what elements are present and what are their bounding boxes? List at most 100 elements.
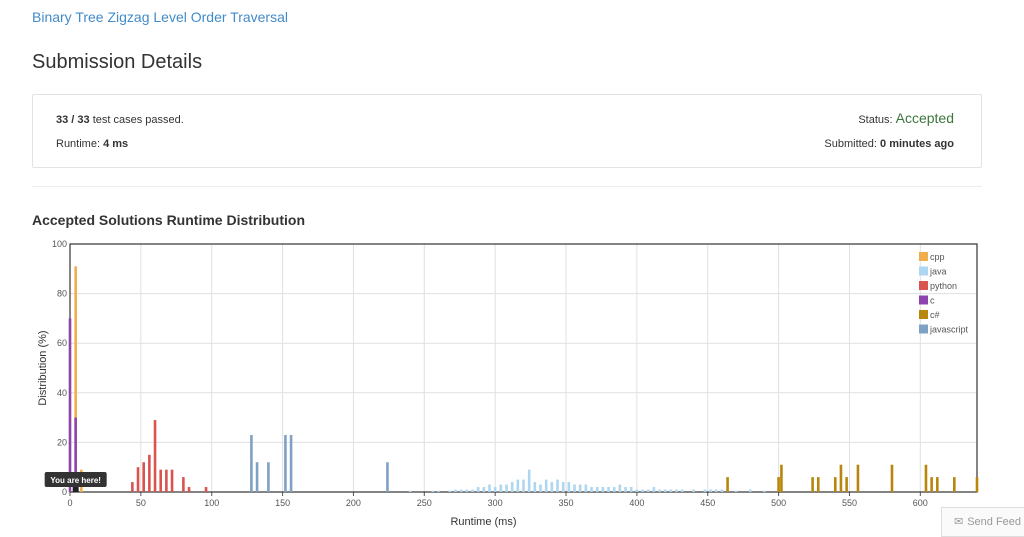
bar-java bbox=[556, 479, 559, 492]
bar-java bbox=[652, 487, 656, 492]
y-tick-label: 0 bbox=[62, 487, 67, 497]
x-axis-label: Runtime (ms) bbox=[450, 516, 516, 528]
bar-csharp bbox=[975, 477, 979, 492]
bar-java bbox=[669, 489, 673, 492]
bar-csharp bbox=[780, 464, 783, 492]
bar-csharp bbox=[953, 477, 956, 492]
bar-csharp bbox=[936, 477, 939, 492]
bar-java bbox=[601, 487, 605, 492]
legend-label: python bbox=[930, 281, 957, 291]
bar-csharp bbox=[856, 464, 860, 492]
page-title: Submission Details bbox=[32, 51, 203, 73]
bar-java bbox=[510, 482, 514, 492]
x-tick-label: 250 bbox=[417, 498, 432, 508]
legend-swatch bbox=[919, 310, 928, 319]
x-tick-label: 200 bbox=[346, 498, 361, 508]
y-tick-label: 20 bbox=[57, 437, 67, 447]
bar-csharp bbox=[890, 464, 894, 492]
y-tick-label: 60 bbox=[57, 338, 67, 348]
x-tick-label: 100 bbox=[204, 498, 219, 508]
bar-java bbox=[709, 489, 712, 492]
legend-label: cpp bbox=[930, 252, 945, 262]
x-tick-label: 300 bbox=[488, 498, 503, 508]
bar-java bbox=[703, 489, 707, 492]
bar-java bbox=[692, 489, 695, 492]
y-tick-label: 80 bbox=[57, 289, 67, 299]
bar-java bbox=[505, 484, 508, 492]
bar-java bbox=[499, 484, 503, 492]
x-tick-label: 50 bbox=[136, 498, 146, 508]
bar-python bbox=[170, 469, 174, 492]
bar-java bbox=[675, 489, 678, 492]
bar-javascript bbox=[289, 434, 293, 492]
runtime-result: Runtime: 4 ms bbox=[56, 138, 128, 150]
envelope-icon: ✉ bbox=[954, 516, 964, 528]
bar-java bbox=[714, 489, 718, 492]
tooltip-text: You are here! bbox=[50, 476, 101, 485]
send-feedback-button[interactable]: ✉ Send Feed bbox=[941, 507, 1024, 537]
status-result: Status: Accepted bbox=[858, 110, 954, 126]
legend-label: c bbox=[930, 296, 935, 306]
bar-csharp bbox=[833, 477, 837, 492]
legend-swatch bbox=[919, 266, 928, 276]
bar-javascript bbox=[255, 462, 259, 492]
status-label: Status: bbox=[858, 114, 896, 126]
bar-csharp bbox=[811, 477, 814, 492]
x-tick-label: 600 bbox=[913, 498, 928, 508]
bar-csharp bbox=[845, 477, 848, 492]
bar-csharp bbox=[930, 477, 933, 492]
bar-javascript bbox=[386, 462, 389, 492]
bar-python bbox=[131, 482, 134, 492]
bar-java bbox=[680, 489, 684, 492]
bar-java bbox=[734, 490, 738, 492]
legend-swatch bbox=[919, 295, 928, 305]
send-feedback-label: Send Feed bbox=[967, 516, 1022, 528]
test-cases-count: 33 / 33 bbox=[56, 114, 90, 126]
plot-frame bbox=[69, 243, 978, 493]
bar-java bbox=[454, 489, 457, 492]
x-tick-label: 450 bbox=[700, 498, 715, 508]
bar-java bbox=[641, 489, 644, 492]
bar-java bbox=[459, 489, 463, 492]
bar-python bbox=[136, 467, 140, 492]
section-divider bbox=[32, 186, 982, 187]
x-tick-label: 350 bbox=[559, 498, 574, 508]
runtime-value: 4 ms bbox=[103, 138, 129, 150]
bar-python bbox=[159, 469, 162, 492]
bar-java bbox=[561, 482, 565, 492]
bar-python bbox=[204, 487, 208, 492]
bar-java bbox=[476, 487, 480, 492]
bar-java bbox=[578, 484, 582, 492]
bar-java bbox=[629, 487, 633, 492]
legend-label: c# bbox=[930, 310, 940, 320]
bar-java bbox=[431, 490, 435, 492]
bar-java bbox=[595, 487, 599, 492]
bar-javascript bbox=[250, 434, 253, 492]
x-tick-label: 550 bbox=[842, 498, 857, 508]
bar-python bbox=[165, 469, 168, 492]
bar-java bbox=[550, 482, 554, 492]
bar-java bbox=[539, 484, 542, 492]
legend-label: javascript bbox=[929, 325, 969, 335]
bar-java bbox=[663, 489, 667, 492]
bar-csharp bbox=[816, 477, 820, 492]
bar-java bbox=[567, 482, 571, 492]
x-tick-label: 400 bbox=[629, 498, 644, 508]
bar-python bbox=[148, 454, 151, 492]
bar-java bbox=[533, 482, 537, 492]
bar-java bbox=[544, 479, 548, 492]
bar-python bbox=[153, 420, 157, 492]
bar-csharp bbox=[839, 464, 843, 492]
bar-java bbox=[408, 490, 412, 492]
bar-java bbox=[437, 490, 440, 492]
problem-title-link[interactable]: Binary Tree Zigzag Level Order Traversal bbox=[32, 9, 288, 25]
runtime-label: Runtime: bbox=[56, 138, 104, 150]
submission-details-panel: 33 / 33 test cases passed. Runtime: 4 ms… bbox=[32, 94, 982, 168]
bar-java bbox=[635, 489, 639, 492]
submitted-label: Submitted: bbox=[824, 138, 881, 150]
y-axis-label: Distribution (%) bbox=[37, 330, 49, 405]
bar-java bbox=[624, 487, 627, 492]
status-badge: Accepted bbox=[895, 110, 954, 126]
bar-csharp bbox=[924, 464, 928, 492]
test-cases-result: 33 / 33 test cases passed. bbox=[56, 114, 184, 126]
